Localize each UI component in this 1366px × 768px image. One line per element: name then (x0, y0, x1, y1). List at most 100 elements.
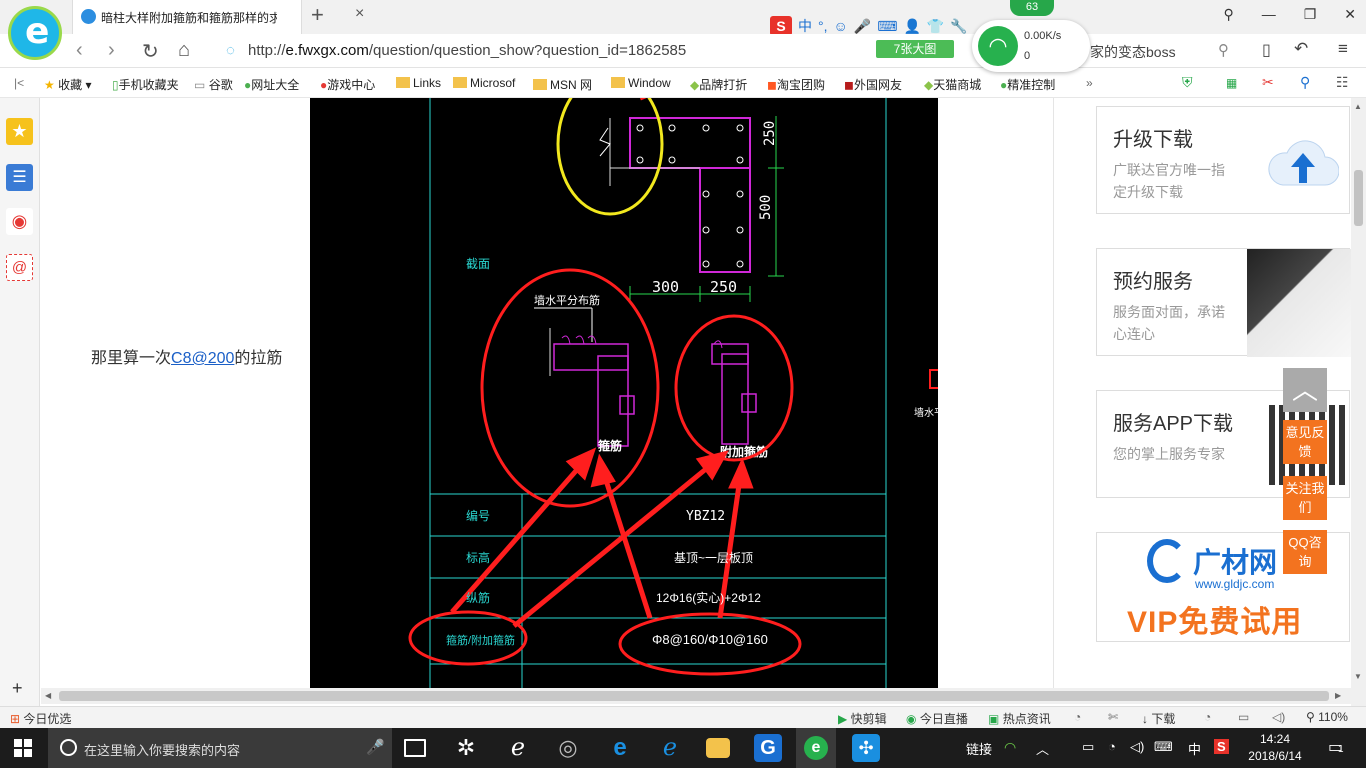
spiral-app-icon[interactable]: ◎ (554, 734, 582, 762)
zoom-icon[interactable]: ⚲ (1300, 74, 1310, 91)
tray-show-hidden-icon[interactable]: ︿ (1036, 739, 1049, 758)
menu-icon[interactable]: ≡ (1338, 39, 1348, 59)
zoom-level[interactable]: ⚲ 110% (1306, 710, 1348, 724)
tray-sogou-icon[interactable]: S (1214, 739, 1229, 754)
sound-icon[interactable]: ◁) (1272, 710, 1285, 724)
today-picks[interactable]: ⊞ 今日优选 (10, 710, 71, 727)
tools-icon[interactable]: ✄ (1108, 710, 1118, 724)
more-bookmarks-icon[interactable]: » (1086, 76, 1093, 90)
back-icon[interactable]: ‹ (76, 39, 83, 62)
scroll-up-icon[interactable]: ▲ (1354, 102, 1362, 111)
bookmark-windows[interactable]: Window (611, 76, 671, 90)
qq-consult-button[interactable]: QQ咨询 (1283, 530, 1327, 574)
tray-network-icon[interactable]: ◔ (1108, 739, 1116, 754)
horizontal-scrollbar[interactable]: ◀ ▶ (41, 688, 1351, 704)
mail-icon[interactable]: @ (6, 254, 33, 281)
speed-icon[interactable]: ◔ (1074, 710, 1081, 724)
window-icon[interactable]: ▭ (1238, 710, 1249, 724)
today-live[interactable]: ◉ 今日直播 (906, 710, 968, 727)
edge-legacy-icon[interactable]: ℯ (504, 734, 532, 762)
restore-button[interactable]: ❐ (1304, 6, 1317, 23)
vertical-scrollbar[interactable]: ▲ ▼ (1351, 98, 1366, 706)
bookmark-favorites[interactable]: ★ 收藏 ▾ (44, 76, 91, 93)
emoji-icon[interactable]: ☺ (834, 18, 848, 34)
bookmark-precise[interactable]: ●精准控制 (1000, 76, 1055, 93)
task-view-icon[interactable] (404, 739, 426, 757)
back-to-top-button[interactable]: ︿ (1283, 368, 1327, 412)
scroll-right-icon[interactable]: ▶ (1335, 691, 1341, 700)
add-sidebar-icon[interactable]: + (12, 678, 23, 699)
collapse-sidebar-icon[interactable]: |< (14, 76, 24, 90)
sogou-icon[interactable]: S (770, 16, 792, 36)
bookmark-sites[interactable]: ●网址大全 (244, 76, 299, 93)
undo-icon[interactable]: ↶ (1294, 39, 1308, 59)
bookmark-taobao[interactable]: ◼淘宝团购 (767, 76, 825, 93)
search-suggestion[interactable]: 家的变态boss (1090, 42, 1176, 62)
grid-icon[interactable]: ▦ (1226, 76, 1237, 90)
microphone-icon[interactable]: 🎤 (366, 738, 385, 756)
refresh-icon[interactable]: ↻ (142, 39, 159, 64)
scroll-left-icon[interactable]: ◀ (45, 691, 51, 700)
active-browser-slot[interactable]: e (796, 728, 836, 768)
user-icon[interactable]: 👤 (903, 18, 920, 35)
clean-icon[interactable]: ◔ (1204, 710, 1211, 724)
url-field[interactable]: ◌ http://e.fwxgx.com/question/question_s… (222, 38, 956, 64)
bookmark-brand-discount[interactable]: ◆品牌打折 (690, 76, 747, 93)
search-icon[interactable]: ⚲ (1218, 41, 1229, 59)
bookmark-msn[interactable]: MSN 网 (533, 76, 592, 93)
shield-icon[interactable]: ⛨ (1182, 74, 1193, 91)
ie-icon[interactable]: ℯ (656, 734, 684, 762)
big-image-button[interactable]: 7张大图 (876, 40, 954, 58)
tools-icon[interactable]: 🔧 (950, 18, 967, 35)
scroll-down-icon[interactable]: ▼ (1354, 672, 1362, 681)
taskbar-clock[interactable]: 14:24 2018/6/14 (1244, 731, 1306, 765)
rebar-link[interactable]: C8@200 (171, 350, 234, 367)
pin-icon[interactable]: ⚲ (1223, 6, 1233, 23)
ime-language-label[interactable]: 中 (798, 16, 812, 36)
close-tab-icon[interactable]: × (355, 5, 364, 23)
bookmark-microsoft[interactable]: Microsof (453, 76, 515, 90)
minimize-button[interactable]: — (1262, 6, 1276, 23)
tray-battery-icon[interactable]: ▭ (1082, 739, 1094, 755)
home-icon[interactable]: ⌂ (178, 39, 190, 62)
microphone-icon[interactable]: 🎤 (854, 18, 871, 35)
reader-icon[interactable]: ☰ (6, 164, 33, 191)
close-window-button[interactable]: ✕ (1344, 6, 1356, 23)
glodon-app-icon[interactable]: G (754, 734, 782, 762)
start-button[interactable] (14, 739, 32, 757)
keyboard-icon[interactable]: ⌨ (877, 18, 897, 35)
appointment-service-card[interactable]: 预约服务 服务面对面，承诺心连心 (1096, 248, 1351, 357)
remote-app-icon[interactable]: ✣ (852, 734, 880, 762)
punctuation-icon[interactable]: °, (818, 18, 828, 34)
bookmark-mobile[interactable]: ▯手机收藏夹 (112, 76, 179, 93)
tray-link-label[interactable]: 链接 (966, 739, 992, 758)
network-popup[interactable]: ◠ 0.00K/s 0 (972, 20, 1090, 72)
weibo-icon[interactable]: ◉ (6, 208, 33, 235)
cad-drawing-image[interactable]: 250 500 300 250 截面 墙水平分布筋 箍筋 附加箍筋 编号 YBZ… (310, 98, 938, 688)
feedback-button[interactable]: 意见反馈 (1283, 420, 1327, 464)
edge-icon[interactable]: e (606, 734, 634, 762)
scissors-icon[interactable]: ✂ (1262, 74, 1274, 91)
taskbar-search[interactable]: 在这里输入你要搜索的内容 🎤 (48, 728, 392, 768)
bookmark-links[interactable]: Links (396, 76, 441, 90)
pinwheel-app-icon[interactable]: ✲ (452, 734, 480, 762)
download-button[interactable]: ↓ 下载 (1142, 710, 1175, 727)
browser-tab[interactable]: 暗柱大样附加箍筋和箍筋那样的求 × (72, 0, 364, 34)
horizontal-scroll-thumb[interactable] (59, 691, 1329, 701)
star-icon[interactable]: ★ (6, 118, 33, 145)
follow-us-button[interactable]: 关注我们 (1283, 476, 1327, 520)
tray-ime-label[interactable]: 中 (1188, 739, 1201, 758)
upgrade-download-card[interactable]: 升级下载 广联达官方唯一指定升级下载 (1096, 106, 1350, 214)
tray-keyboard-icon[interactable]: ⌨ (1154, 739, 1173, 755)
hot-news[interactable]: ▣ 热点资讯 (988, 710, 1051, 727)
bookmark-google[interactable]: ▭ 谷歌 (194, 76, 233, 93)
360-browser-logo[interactable] (8, 6, 62, 60)
skin-icon[interactable]: 👕 (927, 18, 944, 35)
bookmark-games[interactable]: ●游戏中心 (320, 76, 375, 93)
bookmark-tmall[interactable]: ◆天猫商城 (924, 76, 981, 93)
apps-menu-icon[interactable]: ☷ (1336, 74, 1349, 91)
tray-volume-icon[interactable]: ◁) (1130, 739, 1144, 755)
vertical-scroll-thumb[interactable] (1354, 170, 1363, 226)
new-tab-button[interactable]: + (311, 2, 324, 28)
mobile-icon[interactable]: ▯ (1262, 40, 1271, 60)
